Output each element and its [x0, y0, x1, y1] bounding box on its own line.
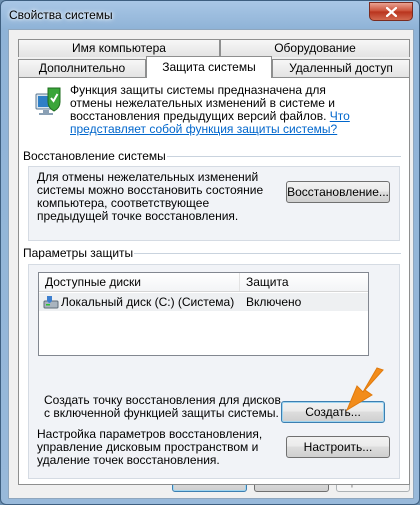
- configure-button[interactable]: Настроить...: [286, 436, 390, 458]
- close-button[interactable]: [369, 2, 413, 21]
- tab-remote-access[interactable]: Удаленный доступ: [272, 59, 410, 77]
- close-icon: [386, 7, 397, 17]
- configure-description: Настройка параметров восстановления, упр…: [37, 427, 263, 467]
- system-properties-window: Свойства системы Имя компьютера Оборудов…: [0, 0, 420, 505]
- protection-group-label: Параметры защиты: [23, 246, 134, 260]
- create-description: Создать точку восстановления для дисков …: [44, 393, 281, 420]
- column-available-drives[interactable]: Доступные диски: [39, 273, 240, 291]
- system-protection-icon: [35, 87, 61, 115]
- tab-advanced[interactable]: Дополнительно: [18, 59, 146, 77]
- window-title: Свойства системы: [9, 8, 113, 22]
- protection-group-divider: [134, 253, 401, 254]
- dialog-client-area: Имя компьютера Оборудование Дополнительн…: [8, 29, 414, 499]
- drives-list-header: Доступные диски Защита: [39, 273, 368, 292]
- intro-description: Функция защиты системы предназначена для…: [70, 83, 350, 136]
- restore-description: Для отмены нежелательных изменений систе…: [37, 170, 264, 223]
- system-restore-button[interactable]: Восстановление...: [286, 181, 390, 203]
- drive-icon: [43, 296, 59, 309]
- system-protection-panel: Функция защиты системы предназначена для…: [18, 77, 410, 485]
- restore-group-label: Восстановление системы: [23, 149, 166, 163]
- tab-hardware[interactable]: Оборудование: [220, 39, 410, 57]
- drive-protection-status: Включено: [246, 295, 302, 309]
- title-bar[interactable]: Свойства системы: [1, 1, 419, 29]
- tab-computer-name[interactable]: Имя компьютера: [18, 39, 220, 57]
- arrow-pointer-icon: [345, 367, 384, 412]
- drives-list[interactable]: Доступные диски Защита Локальный диск (C…: [38, 272, 369, 356]
- restore-pane: Для отмены нежелательных изменений систе…: [28, 166, 400, 241]
- drive-name: Локальный диск (C:) (Система): [61, 295, 235, 309]
- table-row[interactable]: Локальный диск (C:) (Система) Включено: [39, 293, 368, 311]
- column-protection[interactable]: Защита: [240, 273, 368, 291]
- tab-system-protection[interactable]: Защита системы: [146, 56, 272, 78]
- restore-group-divider: [167, 156, 401, 157]
